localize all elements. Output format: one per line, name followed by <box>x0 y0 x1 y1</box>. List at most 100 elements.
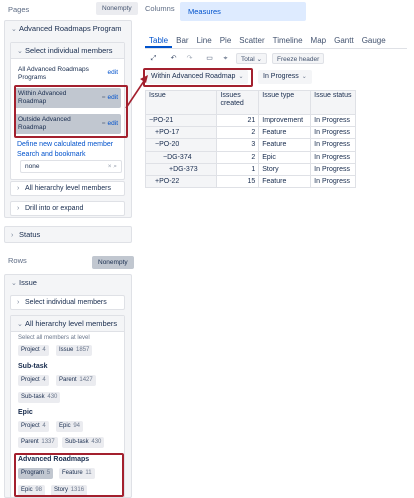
tag-count: 4 <box>42 377 46 383</box>
tag-subtask[interactable]: Sub-task 430 <box>62 437 105 448</box>
tag-parent[interactable]: Parent 1427 <box>56 375 96 386</box>
advanced-roadmaps-highlight <box>14 453 124 497</box>
pages-drill-panel[interactable]: › Drill into or expand <box>10 201 125 216</box>
undo-icon[interactable]: ↶ <box>168 53 179 64</box>
rows-all-hierarchy-header[interactable]: ⌄ All hierarchy level members <box>11 316 124 332</box>
pages-dimension-header[interactable]: ⌄ Advanced Roadmaps Program <box>11 24 122 33</box>
issue-status-cell: In Progress <box>310 150 356 164</box>
rows-dimension-name: Issue <box>19 278 37 287</box>
chevron-right-icon: › <box>17 299 20 306</box>
tab-gantt[interactable]: Gantt <box>330 34 358 48</box>
chevron-down-icon: ⌄ <box>256 56 262 63</box>
header-issue-type[interactable]: Issue type <box>258 90 312 115</box>
rows-dimension-header[interactable]: ⌄ Issue <box>11 278 37 287</box>
define-calculated-member-link[interactable]: Define new calculated member <box>17 141 113 148</box>
tag-count: 94 <box>73 423 81 429</box>
freeze-header-button[interactable]: Freeze header <box>272 53 325 64</box>
tabs-divider <box>145 48 407 49</box>
chevron-right-icon: › <box>17 205 20 212</box>
issues-created-cell: 1 <box>216 162 260 176</box>
tab-table[interactable]: Table <box>145 34 173 48</box>
pages-all-hierarchy-panel[interactable]: › All hierarchy level members <box>10 181 125 196</box>
expand-icon[interactable]: ⤢ <box>148 53 159 64</box>
issue-key: PO-22 <box>159 177 180 185</box>
tag-epic[interactable]: Epic 94 <box>56 421 84 432</box>
tab-timeline[interactable]: Timeline <box>269 34 307 48</box>
member-all-programs[interactable]: All Advanced Roadmaps Programs edit <box>14 64 121 82</box>
tab-map[interactable]: Map <box>307 34 331 48</box>
tab-bar[interactable]: Bar <box>172 34 192 48</box>
tag-count: 430 <box>47 394 58 400</box>
tag-label: Project <box>21 423 40 429</box>
member-label: All Advanced Roadmaps Programs <box>18 66 89 81</box>
clear-search-icon[interactable]: × ⌕ <box>108 161 117 172</box>
pin-icon[interactable]: ⌖ <box>220 53 231 64</box>
search-bookmark-link[interactable]: Search and bookmark <box>17 151 85 158</box>
issue-cell[interactable]: −PO-20 <box>144 138 218 152</box>
issue-cell[interactable]: +PO-17 <box>144 126 218 140</box>
header-issues-created[interactable]: Issues created <box>216 90 260 115</box>
chevron-down-icon: ⌄ <box>301 74 307 80</box>
issue-cell[interactable]: +PO-22 <box>144 174 218 189</box>
chevron-down-icon: ⌄ <box>11 280 17 287</box>
level-epic-title: Epic <box>18 409 33 416</box>
issue-status-cell: In Progress <box>310 138 356 152</box>
rows-nonempty-button[interactable]: Nonempty <box>92 256 134 269</box>
table-header-row: Issue Issues created Issue type Issue st… <box>144 90 356 115</box>
issue-cell[interactable]: +DG-373 <box>144 162 218 176</box>
status-dimension-name: Status <box>19 230 41 239</box>
tag-count: 1337 <box>41 439 55 445</box>
table-row[interactable]: +DG-373 1 Story In Progress <box>144 162 356 176</box>
total-dropdown[interactable]: Total ⌄ <box>236 53 267 64</box>
tab-gauge[interactable]: Gauge <box>358 34 390 48</box>
search-input[interactable]: none × ⌕ <box>20 160 122 173</box>
tag-count: 1857 <box>76 347 90 353</box>
chevron-down-icon: ⌄ <box>11 26 17 33</box>
tab-scatter[interactable]: Scatter <box>235 34 268 48</box>
issue-key: PO-17 <box>159 129 180 137</box>
issues-created-cell: 2 <box>216 126 260 140</box>
measures-dimension-button[interactable]: Measures <box>180 2 306 21</box>
issue-status-cell: In Progress <box>310 174 356 189</box>
issue-type-cell: Epic <box>258 150 312 164</box>
tag-count: 430 <box>91 439 102 445</box>
table-row[interactable]: −DG-374 2 Epic In Progress <box>144 150 356 164</box>
tag-issue[interactable]: Issue 1857 <box>56 345 93 356</box>
page-filter-status[interactable]: In Progress ⌄ <box>258 70 312 84</box>
pages-title: Pages <box>8 5 30 14</box>
pages-nonempty-button[interactable]: Nonempty <box>96 2 138 15</box>
tab-line[interactable]: Line <box>193 34 216 48</box>
status-dimension-panel[interactable]: › Status <box>4 226 132 243</box>
issue-cell[interactable]: −PO-21 <box>144 113 218 128</box>
tag-subtask[interactable]: Sub-task 430 <box>18 392 61 403</box>
rows-title: Rows <box>8 256 27 265</box>
issue-key: DG-374 <box>167 153 192 161</box>
tag-project[interactable]: Project 4 <box>18 421 49 432</box>
issue-key: PO-21 <box>153 117 174 124</box>
rows-all-hierarchy-label: All hierarchy level members <box>25 319 118 328</box>
table-row[interactable]: −PO-21 21 Improvement In Progress <box>144 113 356 128</box>
tag-parent[interactable]: Parent 1337 <box>18 437 58 448</box>
redo-icon[interactable]: ↷ <box>184 53 195 64</box>
tag-project[interactable]: Project 4 <box>18 375 49 386</box>
edit-link[interactable]: edit <box>108 69 118 77</box>
tag-label: Project <box>21 347 40 353</box>
tab-pie[interactable]: Pie <box>216 34 236 48</box>
issue-status-cell: In Progress <box>310 126 356 140</box>
report-table: Issue Issues created Issue type Issue st… <box>144 90 356 189</box>
issue-type-cell: Feature <box>258 126 312 140</box>
header-issue-status[interactable]: Issue status <box>310 90 356 115</box>
table-row[interactable]: +PO-17 2 Feature In Progress <box>144 126 356 140</box>
pages-select-individual-header[interactable]: ⌄ Select individual members <box>11 43 124 59</box>
issue-cell[interactable]: −DG-374 <box>144 150 218 164</box>
rows-select-individual-panel[interactable]: › Select individual members <box>10 295 125 310</box>
table-row[interactable]: +PO-22 15 Feature In Progress <box>144 174 356 189</box>
chart-type-tabs: Table Bar Line Pie Scatter Timeline Map … <box>145 34 390 48</box>
header-issue[interactable]: Issue <box>144 90 218 115</box>
table-row[interactable]: −PO-20 3 Feature In Progress <box>144 138 356 152</box>
tag-project[interactable]: Project 4 <box>18 345 49 356</box>
comment-icon[interactable]: ▭ <box>204 53 215 64</box>
issue-type-cell: Improvement <box>258 113 312 128</box>
chevron-right-icon: › <box>17 185 20 192</box>
tag-label: Project <box>21 377 40 383</box>
